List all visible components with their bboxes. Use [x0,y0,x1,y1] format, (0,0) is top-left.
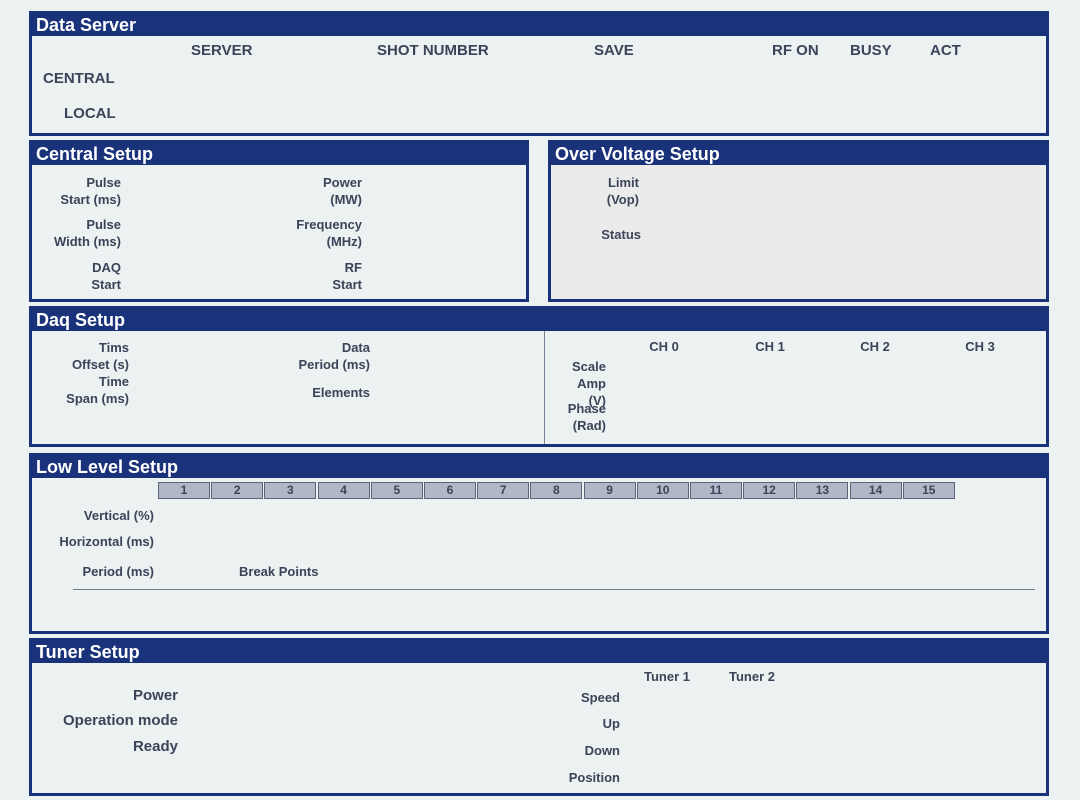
ready-label: Ready [132,738,178,755]
break-point-index-13: 13 [796,482,849,499]
break-point-index-2: 2 [211,482,264,499]
frequency-label: Frequency (MHz) [296,217,362,249]
tims-offset-label: Tims Offset (s) [71,340,129,372]
daq-setup-title: Daq Setup [32,309,1046,331]
phase-label: Phase (Rad) [567,401,606,433]
break-point-index-5: 5 [370,482,423,499]
column-server: SERVER [191,42,253,59]
rf-start-label: RF Start [332,260,362,292]
break-point-index-10: 10 [636,482,689,499]
over-voltage-setup-title: Over Voltage Setup [551,143,1046,165]
elements-label: Elements [312,385,370,400]
channel-1-header: CH 1 [755,339,785,354]
column-busy: BUSY [850,42,892,59]
operation-mode-label: Operation mode [62,712,178,729]
power-status-label: Power [132,687,178,704]
tuner-1-header: Tuner 1 [644,669,690,684]
break-point-index-11: 11 [690,482,742,499]
down-label: Down [584,743,620,758]
row-local: LOCAL [64,105,116,122]
break-point-index-3: 3 [264,482,317,499]
data-period-label: Data Period (ms) [298,340,370,372]
column-save: SAVE [594,42,634,59]
power-label: Power (MW) [322,175,362,207]
period-label: Period (ms) [82,564,154,579]
break-point-index-8: 8 [530,482,583,499]
up-label: Up [602,716,620,731]
tuner-setup-title: Tuner Setup [32,641,1046,663]
break-point-index-14: 14 [849,482,902,499]
row-central: CENTRAL [43,70,115,87]
tuner-2-header: Tuner 2 [729,669,775,684]
low-level-setup-title: Low Level Setup [32,456,1046,478]
daq-start-label: DAQ Start [91,260,121,292]
limit-label: Limit (Vop) [606,175,639,207]
break-point-index-6: 6 [424,482,476,499]
low-level-setup-panel: Low Level Setup 1 2 3 4 5 6 7 8 9 10 11 12 13 14 15 Ve… [29,453,1049,634]
column-rf-on: RF ON [772,42,819,59]
data-server-title: Data Server [32,14,1046,36]
break-point-index-1: 1 [158,482,210,499]
pulse-start-label: Pulse Start (ms) [60,175,121,207]
channel-2-header: CH 2 [860,339,890,354]
pulse-width-label: Pulse Width (ms) [53,217,121,249]
vertical-label: Vertical (%) [83,508,154,523]
over-voltage-setup-panel: Over Voltage Setup Limit (Vop) Status [548,140,1049,302]
column-shot-number: SHOT NUMBER [377,42,489,59]
break-point-index-12: 12 [743,482,796,499]
horizontal-label: Horizontal (ms) [59,534,154,549]
break-point-index-4: 4 [317,482,370,499]
time-span-label: Time Span (ms) [66,374,129,406]
break-point-index-15: 15 [902,482,955,499]
central-setup-panel: Central Setup Pulse Start (ms) Power (MW… [29,140,529,302]
break-point-index-9: 9 [583,482,636,499]
daq-setup-panel: Daq Setup Tims Offset (s) Time Span (ms)… [29,306,1049,447]
break-points-separator [73,589,1035,590]
break-points-label: Break Points [239,564,319,579]
channel-0-header: CH 0 [649,339,679,354]
tuner-setup-panel: Tuner Setup Power Operation mode Ready T… [29,638,1049,796]
status-label: Status [601,227,641,242]
channel-3-header: CH 3 [965,339,995,354]
break-point-index-7: 7 [477,482,530,499]
daq-divider [544,331,545,444]
position-label: Position [568,770,620,785]
speed-label: Speed [580,690,620,705]
data-server-panel: Data Server SERVER SHOT NUMBER SAVE RF O… [29,11,1049,136]
central-setup-title: Central Setup [32,143,526,165]
column-act: ACT [930,42,961,59]
